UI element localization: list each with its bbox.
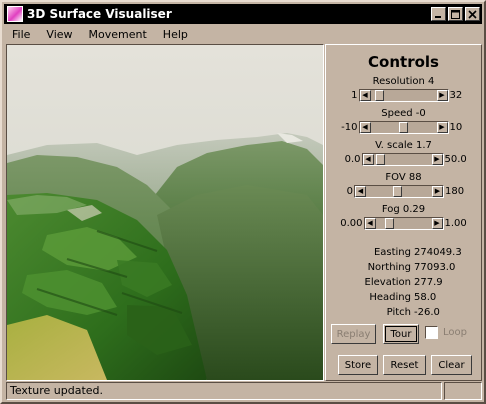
heading-label: Heading <box>369 292 411 303</box>
speed-slider-thumb[interactable] <box>398 121 408 133</box>
elevation-readout: Elevation 277.9 <box>326 275 481 290</box>
fog-slider-thumb[interactable] <box>384 217 394 229</box>
right-arrow-icon[interactable]: ▶ <box>432 185 443 197</box>
tour-button[interactable]: Tour <box>383 324 419 344</box>
heading-value: 58.0 <box>414 292 437 303</box>
resolution-slider-thumb[interactable] <box>374 89 384 101</box>
resolution-min: 1 <box>351 89 358 101</box>
menu-movement[interactable]: Movement <box>81 28 155 41</box>
resolution-slider[interactable]: ◀ ▶ <box>358 88 449 102</box>
clear-button[interactable]: Clear <box>431 355 472 375</box>
loop-label: Loop <box>443 327 467 338</box>
fog-slider-group: Fog 0.29 0.00 ◀ ▶ 1.00 <box>326 203 481 230</box>
status-bar: Texture updated. <box>6 382 482 400</box>
fog-label: Fog 0.29 <box>381 204 426 215</box>
speed-min: -10 <box>341 121 358 133</box>
northing-readout: Northing 77093.0 <box>326 260 481 275</box>
fog-slider[interactable]: ◀ ▶ <box>363 216 444 230</box>
speed-slider-group: Speed -0 -10 ◀ ▶ 10 <box>326 107 481 134</box>
vscale-max: 50.0 <box>444 153 467 165</box>
elevation-value: 277.9 <box>414 277 443 288</box>
title-bar[interactable]: 3D Surface Visualiser <box>4 4 482 24</box>
fov-slider-thumb[interactable] <box>393 185 402 197</box>
window-title: 3D Surface Visualiser <box>27 7 172 21</box>
menu-file[interactable]: File <box>4 28 38 41</box>
status-panel-right <box>444 382 482 400</box>
terrain-viewport[interactable] <box>6 44 324 381</box>
fog-min: 0.00 <box>340 217 363 229</box>
terrain-render <box>7 45 323 380</box>
app-icon[interactable] <box>7 6 23 22</box>
reset-button[interactable]: Reset <box>383 355 426 375</box>
menu-bar: File View Movement Help <box>4 24 482 44</box>
menu-view[interactable]: View <box>38 28 80 41</box>
replay-button[interactable]: Replay <box>331 324 376 344</box>
right-arrow-icon[interactable]: ▶ <box>436 89 448 101</box>
fov-slider[interactable]: ◀ ▶ <box>354 184 444 198</box>
resolution-max: 32 <box>449 89 463 101</box>
loop-checkbox[interactable] <box>425 326 438 339</box>
pitch-label: Pitch <box>386 307 411 318</box>
fov-slider-group: FOV 88 0 ◀ ▶ 180 <box>326 171 481 198</box>
position-readouts: Easting 274049.3 Northing 77093.0 Elevatio… <box>326 245 481 320</box>
status-text: Texture updated. <box>6 382 442 400</box>
fov-min: 0 <box>346 185 353 197</box>
left-arrow-icon[interactable]: ◀ <box>362 153 374 165</box>
elevation-label: Elevation <box>364 277 411 288</box>
maximize-icon <box>451 9 460 19</box>
speed-max: 10 <box>449 121 463 133</box>
loop-toggle[interactable]: Loop <box>425 326 467 339</box>
vscale-slider[interactable]: ◀ ▶ <box>361 152 444 166</box>
controls-panel: Controls Resolution 4 1 ◀ ▶ 32 Speed -0 … <box>325 44 482 381</box>
right-arrow-icon[interactable]: ▶ <box>431 217 443 229</box>
northing-value: 77093.0 <box>414 262 456 273</box>
store-button[interactable]: Store <box>338 355 378 375</box>
northing-label: Northing <box>367 262 411 273</box>
heading-readout: Heading 58.0 <box>326 290 481 305</box>
controls-title: Controls <box>368 53 439 71</box>
close-button[interactable] <box>465 7 480 21</box>
left-arrow-icon[interactable]: ◀ <box>355 185 366 197</box>
speed-slider[interactable]: ◀ ▶ <box>358 120 449 134</box>
fog-max: 1.00 <box>444 217 467 229</box>
easting-value: 274049.3 <box>414 247 462 258</box>
app-window: 3D Surface Visualiser File View Movement… <box>0 0 486 404</box>
pitch-value: -26.0 <box>414 307 440 318</box>
minimize-button[interactable] <box>431 7 446 21</box>
minimize-icon <box>435 15 441 18</box>
vscale-min: 0.0 <box>344 153 361 165</box>
resolution-label: Resolution 4 <box>372 76 435 87</box>
close-icon <box>468 9 477 19</box>
right-arrow-icon[interactable]: ▶ <box>436 121 448 133</box>
left-arrow-icon[interactable]: ◀ <box>364 217 376 229</box>
easting-label: Easting <box>373 247 411 258</box>
resolution-slider-group: Resolution 4 1 ◀ ▶ 32 <box>326 75 481 102</box>
pitch-readout: Pitch -26.0 <box>326 305 481 320</box>
menu-help[interactable]: Help <box>155 28 196 41</box>
vscale-label: V. scale 1.7 <box>375 140 432 151</box>
maximize-button[interactable] <box>448 7 463 21</box>
vscale-slider-thumb[interactable] <box>375 153 385 165</box>
left-arrow-icon[interactable]: ◀ <box>359 121 371 133</box>
right-arrow-icon[interactable]: ▶ <box>431 153 443 165</box>
fov-label: FOV 88 <box>385 172 422 183</box>
fov-max: 180 <box>445 185 465 197</box>
vscale-slider-group: V. scale 1.7 0.0 ◀ ▶ 50.0 <box>326 139 481 166</box>
easting-readout: Easting 274049.3 <box>326 245 481 260</box>
left-arrow-icon[interactable]: ◀ <box>359 89 371 101</box>
speed-label: Speed -0 <box>381 108 426 119</box>
